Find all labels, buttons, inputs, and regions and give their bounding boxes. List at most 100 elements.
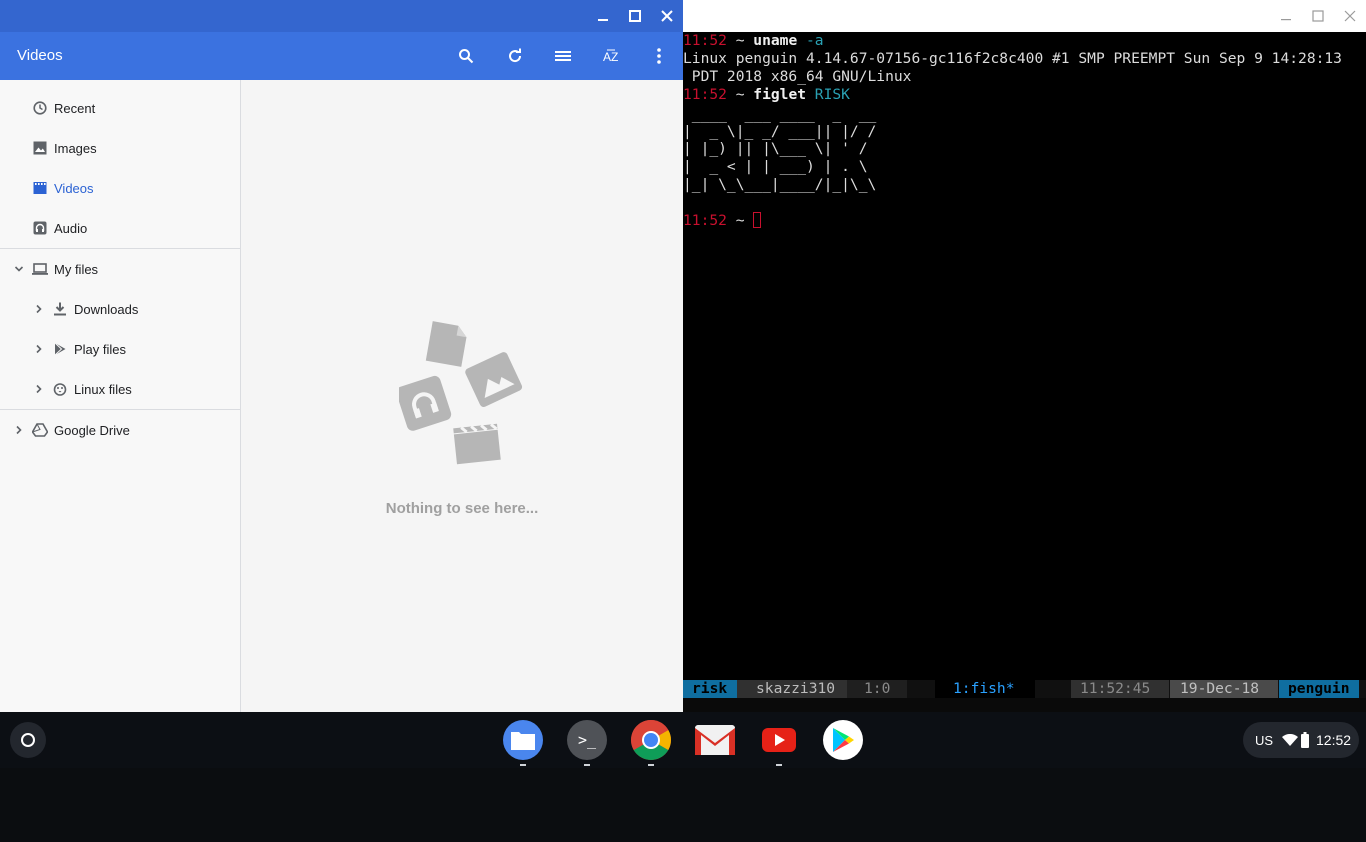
files-app-icon xyxy=(511,732,535,750)
sidebar-item-label: Recent xyxy=(54,100,96,116)
sidebar-divider xyxy=(0,409,240,410)
running-indicator xyxy=(776,764,782,766)
chrome-app-button[interactable] xyxy=(631,720,671,766)
terminal-app-button[interactable]: >_ xyxy=(567,720,607,766)
gmail-app-button[interactable] xyxy=(695,725,735,755)
sidebar-item-google-drive[interactable]: Google Drive xyxy=(0,412,240,448)
chevron-right-icon[interactable] xyxy=(31,341,47,357)
tmux-status-bar: risk skazzi310 1:0 1:fish* 11:52:45 19-D… xyxy=(683,680,1366,698)
more-vert-icon xyxy=(657,48,661,64)
running-indicator xyxy=(648,764,654,766)
sidebar-item-label: Downloads xyxy=(74,301,139,317)
clock-icon xyxy=(32,100,48,116)
play-store-app-icon xyxy=(833,728,854,752)
sidebar-item-my-files[interactable]: My files xyxy=(0,251,240,287)
terminal-line: 11:52 ~ uname -a xyxy=(683,32,824,49)
status-date: 19-Dec-18 xyxy=(1170,680,1278,698)
sidebar-item-images[interactable]: Images xyxy=(0,130,240,166)
sidebar: Recent Images Videos Audio My files Down… xyxy=(0,80,241,712)
empty-state-illustration xyxy=(399,321,523,465)
sidebar-item-label: Videos xyxy=(54,180,94,196)
status-tray[interactable]: US 12:52 xyxy=(1243,722,1359,758)
sort-icon: AZ xyxy=(603,49,618,64)
file-list-area[interactable]: Nothing to see here... xyxy=(241,80,683,712)
chrome-app-icon xyxy=(631,720,671,760)
list-view-button[interactable] xyxy=(551,44,575,68)
film-icon xyxy=(453,423,501,465)
maximize-button[interactable] xyxy=(625,6,645,26)
running-indicator xyxy=(584,764,590,766)
files-window: Videos AZ Recent Images Videos Audio My … xyxy=(0,0,683,712)
figlet-line: | _ < | | ___) | . \ xyxy=(683,158,868,175)
close-button[interactable] xyxy=(657,6,677,26)
image-icon xyxy=(32,140,48,156)
figlet-line: ____ ___ ____ _ __ xyxy=(683,106,877,123)
more-button[interactable] xyxy=(647,44,671,68)
page-title: Videos xyxy=(17,47,63,64)
status-pane: 1:0 xyxy=(847,680,907,698)
sidebar-item-videos[interactable]: Videos xyxy=(0,170,240,206)
figlet-line: |_| \_\___|____/|_|\_\ xyxy=(683,176,877,193)
close-button[interactable] xyxy=(1340,6,1360,26)
audio-icon xyxy=(399,375,452,431)
sidebar-item-downloads[interactable]: Downloads xyxy=(0,291,240,327)
play-store-icon xyxy=(52,341,68,357)
status-session: risk xyxy=(683,680,737,698)
chevron-right-icon[interactable] xyxy=(31,301,47,317)
sidebar-item-label: Linux files xyxy=(74,381,132,397)
files-titlebar[interactable] xyxy=(0,0,683,32)
list-view-icon xyxy=(555,51,571,61)
sidebar-item-play-files[interactable]: Play files xyxy=(0,331,240,367)
penguin-icon xyxy=(52,381,68,397)
chevron-right-icon[interactable] xyxy=(11,422,27,438)
chevron-right-icon[interactable] xyxy=(31,381,47,397)
sidebar-item-recent[interactable]: Recent xyxy=(0,90,240,126)
terminal-line: PDT 2018 x86_64 GNU/Linux xyxy=(683,68,912,85)
youtube-app-icon xyxy=(762,728,796,752)
headphones-icon xyxy=(32,220,48,236)
files-appbar: Videos AZ xyxy=(0,32,683,80)
sort-button[interactable]: AZ xyxy=(599,44,623,68)
sidebar-item-audio[interactable]: Audio xyxy=(0,210,240,246)
youtube-app-button[interactable] xyxy=(759,720,799,766)
terminal-titlebar[interactable] xyxy=(683,0,1366,32)
terminal-line: 11:52 ~ figlet RISK xyxy=(683,86,850,103)
status-clock: 11:52:45 xyxy=(1071,680,1169,698)
figlet-line: | _ \|_ _/ ___|| |/ / xyxy=(683,123,877,140)
status-user: skazzi310 xyxy=(737,680,847,698)
launcher-button[interactable] xyxy=(10,722,46,758)
keyboard-layout: US xyxy=(1255,733,1274,748)
status-window-tab[interactable]: 1:fish* xyxy=(935,680,1035,698)
text-cursor xyxy=(753,212,762,228)
search-icon xyxy=(459,49,474,64)
play-store-app-button[interactable] xyxy=(823,720,863,760)
terminal-window: 11:52 ~ uname -a Linux penguin 4.14.67-0… xyxy=(683,0,1366,712)
sidebar-item-label: Google Drive xyxy=(54,422,130,438)
film-icon xyxy=(32,180,48,196)
terminal-app-icon: >_ xyxy=(577,731,597,749)
minimize-button[interactable] xyxy=(1276,6,1296,26)
image-icon xyxy=(465,352,523,407)
sidebar-divider xyxy=(0,248,240,249)
sidebar-item-linux-files[interactable]: Linux files xyxy=(0,371,240,407)
drive-icon xyxy=(32,422,48,438)
sidebar-item-label: Play files xyxy=(74,341,127,357)
terminal-line: Linux penguin 4.14.67-07156-gc116f2c8c40… xyxy=(683,50,1342,67)
maximize-button[interactable] xyxy=(1308,6,1328,26)
search-button[interactable] xyxy=(454,44,478,68)
chevron-down-icon[interactable] xyxy=(11,261,27,277)
laptop-icon xyxy=(32,261,48,277)
refresh-button[interactable] xyxy=(503,44,527,68)
minimize-button[interactable] xyxy=(593,6,613,26)
figlet-line: | |_) || |\___ \| ' / xyxy=(683,140,868,157)
terminal-bottom-strip xyxy=(683,698,1366,712)
sidebar-item-label: Audio xyxy=(54,220,88,236)
shelf: >_ US 12:52 xyxy=(0,712,1366,768)
status-host: penguin xyxy=(1279,680,1359,698)
launcher-circle-icon xyxy=(21,733,35,747)
battery-icon xyxy=(1301,732,1309,748)
empty-message: Nothing to see here... xyxy=(385,500,539,517)
terminal-prompt-line: 11:52 ~ xyxy=(683,212,762,230)
sidebar-item-label: Images xyxy=(54,140,97,156)
files-app-button[interactable] xyxy=(503,720,543,766)
